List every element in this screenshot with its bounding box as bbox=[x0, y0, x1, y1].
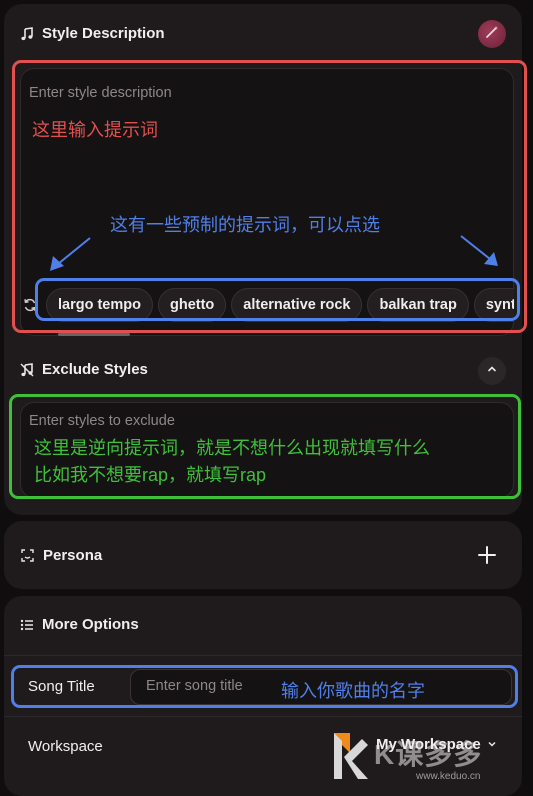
annotation-exclude-hint-2: 比如我不想要rap，就填写rap bbox=[34, 465, 267, 485]
plus-icon bbox=[476, 546, 498, 570]
more-options-header[interactable]: More Options bbox=[20, 616, 139, 633]
more-options-title: More Options bbox=[42, 616, 139, 633]
song-title-label: Song Title bbox=[28, 678, 95, 695]
song-title-placeholder: Enter song title bbox=[146, 678, 243, 694]
persona-header: Persona bbox=[20, 547, 102, 564]
refresh-chips-button[interactable] bbox=[22, 297, 38, 313]
music-note-off-icon bbox=[20, 362, 34, 377]
annotation-song-title-hint: 输入你歌曲的名字 bbox=[281, 681, 425, 701]
style-description-placeholder: Enter style description bbox=[29, 85, 172, 101]
divider bbox=[4, 655, 522, 656]
workspace-select[interactable]: My Workspace bbox=[376, 736, 497, 753]
persona-title: Persona bbox=[43, 547, 103, 564]
style-description-header: Style Description bbox=[20, 25, 165, 42]
exclude-styles-title: Exclude Styles bbox=[42, 361, 148, 378]
style-chips-row: largo tempo ghetto alternative rock balk… bbox=[46, 288, 514, 324]
style-description-title: Style Description bbox=[42, 25, 165, 42]
divider bbox=[4, 716, 522, 717]
style-chip[interactable]: synth bbox=[473, 288, 514, 322]
style-chip[interactable]: largo tempo bbox=[46, 288, 153, 322]
list-icon bbox=[20, 618, 34, 632]
add-persona-button[interactable] bbox=[476, 544, 498, 566]
chevron-up-icon bbox=[486, 362, 498, 380]
style-chip[interactable]: alternative rock bbox=[231, 288, 363, 322]
annotation-exclude-hint-1: 这里是逆向提示词，就是不想什么出现就填写什么 bbox=[34, 438, 430, 458]
chips-scroll-indicator[interactable] bbox=[58, 333, 130, 336]
workspace-value: My Workspace bbox=[376, 736, 481, 753]
magic-wand-icon bbox=[485, 25, 499, 44]
music-note-icon bbox=[20, 26, 34, 41]
annotation-chips-hint: 这有一些预制的提示词，可以点选 bbox=[110, 215, 380, 235]
refresh-icon bbox=[22, 298, 38, 317]
chevron-down-icon bbox=[487, 736, 497, 753]
collapse-exclude-button[interactable] bbox=[478, 357, 506, 385]
exclude-styles-header: Exclude Styles bbox=[20, 361, 148, 378]
annotation-style-hint: 这里输入提示词 bbox=[32, 120, 158, 140]
persona-icon bbox=[20, 548, 35, 563]
workspace-label: Workspace bbox=[28, 738, 103, 755]
exclude-styles-placeholder: Enter styles to exclude bbox=[29, 413, 175, 429]
style-chip[interactable]: ghetto bbox=[157, 288, 227, 322]
magic-wand-button[interactable] bbox=[478, 20, 506, 48]
style-chip[interactable]: balkan trap bbox=[367, 288, 469, 322]
